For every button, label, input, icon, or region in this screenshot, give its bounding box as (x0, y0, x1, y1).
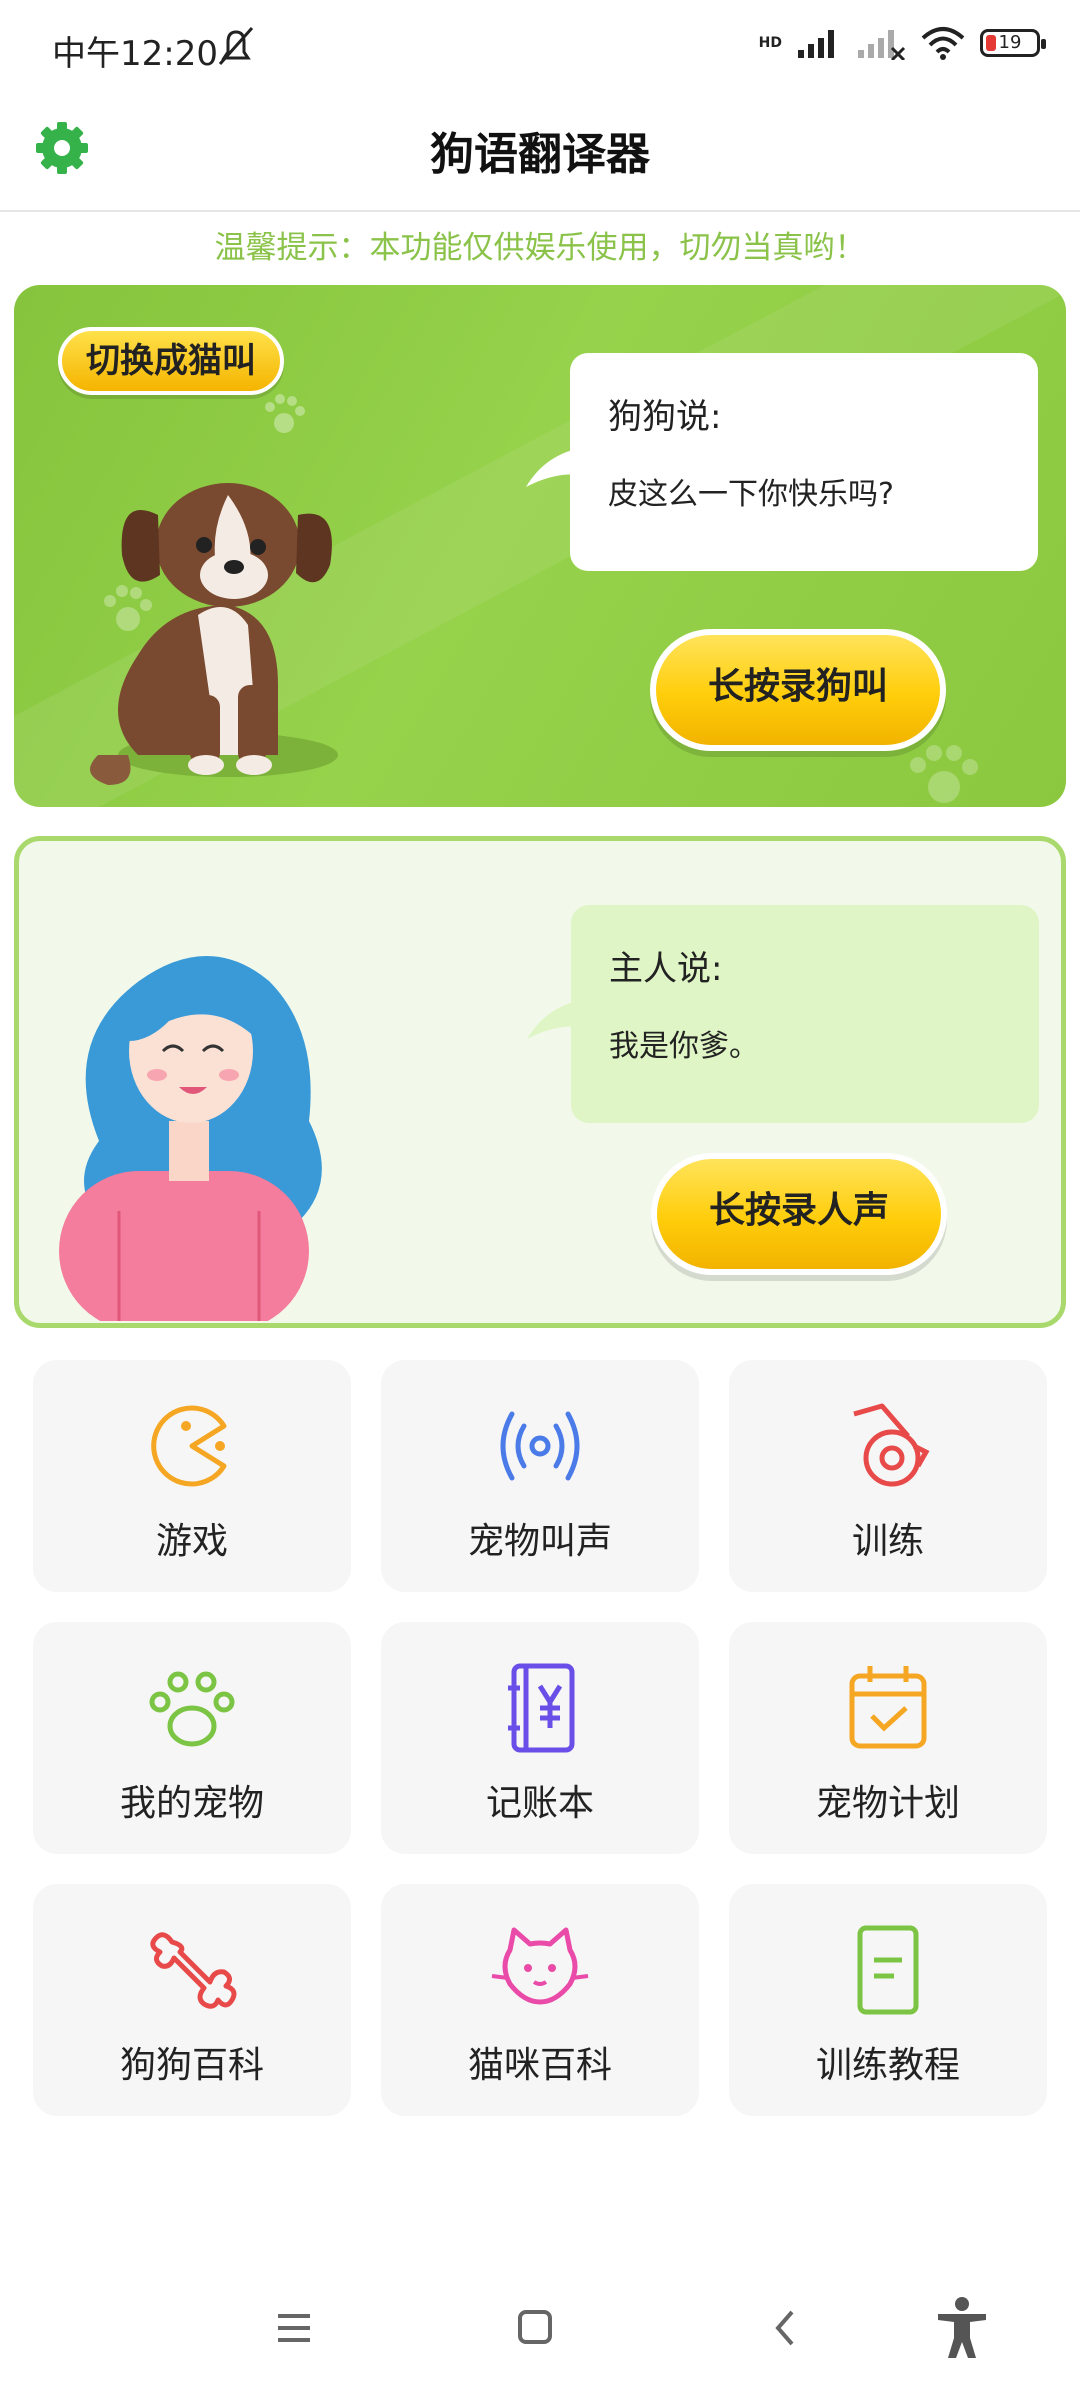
grid-item-my-pet[interactable]: 我的宠物 (33, 1622, 351, 1854)
cat-icon (491, 1927, 589, 2005)
signal-icon (798, 30, 834, 58)
owner-illustration (59, 956, 322, 1321)
paw-icon (149, 1671, 235, 1747)
accessibility-icon[interactable] (934, 2296, 990, 2360)
dog-translate-card: 切换成猫叫 狗狗说: 皮这么一下你快乐吗? 长按录狗叫 (14, 285, 1066, 807)
ledger-icon (508, 1663, 575, 1753)
game-icon (151, 1405, 227, 1487)
owner-bubble-title: 主人说: (609, 949, 723, 989)
page-title: 狗语翻译器 (430, 129, 650, 180)
app-header: 狗语翻译器 (0, 96, 1080, 212)
switch-to-cat-button[interactable]: 切换成猫叫 (58, 327, 284, 395)
grid-item-pet-sounds[interactable]: 宠物叫声 (381, 1360, 699, 1592)
owner-translate-card: 主人说: 我是你爹。 长按录人声 (14, 836, 1066, 1328)
menu-icon[interactable] (272, 2308, 316, 2348)
record-dog-button[interactable]: 长按录狗叫 (650, 629, 946, 751)
grid-label: 训练教程 (815, 2045, 960, 2086)
home-icon[interactable] (516, 2308, 556, 2348)
grid-item-cat-wiki[interactable]: 猫咪百科 (381, 1884, 699, 2116)
owner-speech-bubble: 主人说: 我是你爹。 (527, 905, 1039, 1123)
status-bar: 中午12:20 HD 19 (0, 0, 1080, 96)
grid-label: 宠物叫声 (467, 1521, 612, 1562)
grid-label: 狗狗百科 (119, 2045, 264, 2086)
calendar-icon (849, 1666, 927, 1749)
grid-label: 我的宠物 (119, 1783, 264, 1824)
wifi-icon (921, 27, 965, 60)
battery-icon: 19 (980, 29, 1046, 57)
bone-icon (150, 1932, 237, 2009)
back-icon[interactable] (770, 2306, 800, 2350)
grid-item-game[interactable]: 游戏 (33, 1360, 351, 1592)
grid-item-ledger[interactable]: 记账本 (381, 1622, 699, 1854)
paw-decoration-icon (265, 394, 305, 433)
record-human-button[interactable]: 长按录人声 (651, 1153, 947, 1275)
disclaimer-tip: 温馨提示：本功能仅供娱乐使用，切勿当真哟！ (214, 230, 866, 266)
dog-speech-bubble: 狗狗说: 皮这么一下你快乐吗? (526, 353, 1038, 571)
battery-level: 19 (998, 32, 1022, 53)
book-icon (857, 1925, 919, 2015)
system-nav-bar (0, 2290, 1080, 2370)
status-icons: HD 19 (758, 26, 1046, 60)
grid-label: 记账本 (485, 1783, 594, 1824)
dog-bubble-title: 狗狗说: (608, 397, 722, 437)
grid-label: 训练 (851, 1521, 924, 1562)
grid-label: 猫咪百科 (467, 2045, 612, 2086)
grid-label: 宠物计划 (815, 1783, 960, 1824)
owner-bubble-text: 我是你爹。 (609, 1029, 759, 1064)
grid-item-training-tutorial[interactable]: 训练教程 (729, 1884, 1047, 2116)
signal-2-icon (858, 30, 906, 60)
grid-item-pet-plan[interactable]: 宠物计划 (729, 1622, 1047, 1854)
grid-item-dog-wiki[interactable]: 狗狗百科 (33, 1884, 351, 2116)
status-time: 中午12:20 (52, 34, 218, 74)
hd-label: HD (758, 35, 782, 51)
dog-bubble-text: 皮这么一下你快乐吗? (608, 477, 894, 512)
whistle-icon (853, 1403, 930, 1487)
dog-illustration (90, 483, 338, 785)
grid-label: 游戏 (155, 1521, 228, 1562)
grid-item-training[interactable]: 训练 (729, 1360, 1047, 1592)
sound-icon (500, 1411, 580, 1481)
mute-bell-icon (212, 24, 260, 72)
